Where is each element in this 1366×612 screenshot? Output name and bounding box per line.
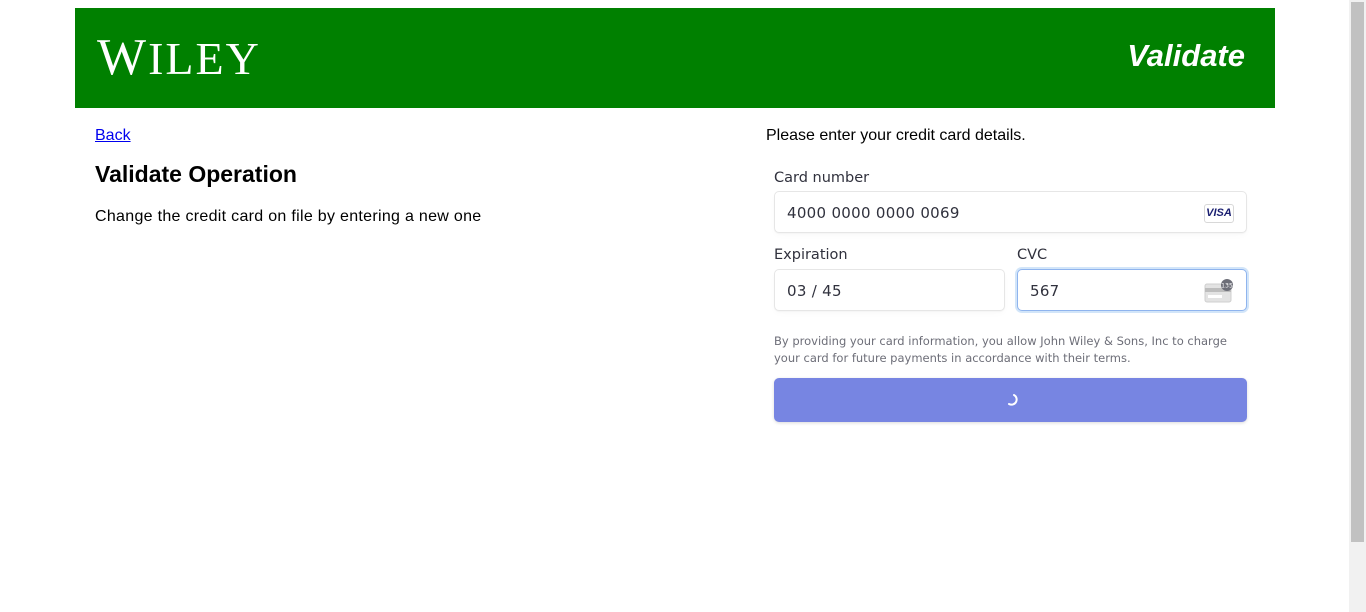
spinner-icon — [1008, 394, 1018, 406]
scrollbar-thumb[interactable] — [1351, 2, 1364, 542]
page-title: Validate Operation — [95, 161, 297, 187]
submit-button[interactable] — [774, 378, 1247, 422]
card-number-field[interactable]: 4000 0000 0000 0069 VISA — [774, 191, 1247, 233]
expiration-value: 03 / 45 — [787, 282, 842, 300]
page-scrollbar[interactable] — [1349, 0, 1366, 612]
expiration-label: Expiration — [774, 247, 848, 263]
cvc-label: CVC — [1017, 247, 1048, 263]
card-details-prompt: Please enter your credit card details. — [766, 127, 1026, 144]
card-number-value: 4000 0000 0000 0069 — [787, 204, 960, 222]
wiley-logo: WILEY — [97, 29, 261, 86]
cvc-value: 567 — [1030, 282, 1060, 300]
site-header: WILEY Validate — [75, 8, 1275, 108]
authorization-notice: By providing your card information, you … — [774, 334, 1227, 365]
card-number-label: Card number — [774, 170, 870, 186]
back-link[interactable]: Back — [95, 127, 131, 145]
header-title: Validate — [1127, 38, 1245, 73]
cvc-field[interactable]: 567 135 — [1017, 269, 1247, 311]
cvc-card-icon: 135 — [1204, 279, 1233, 303]
visa-card-icon: VISA — [1204, 204, 1234, 223]
expiration-field[interactable]: 03 / 45 — [774, 269, 1005, 311]
cvc-icon-digits: 135 — [1221, 282, 1233, 289]
page-description: Change the credit card on file by enteri… — [95, 208, 482, 225]
